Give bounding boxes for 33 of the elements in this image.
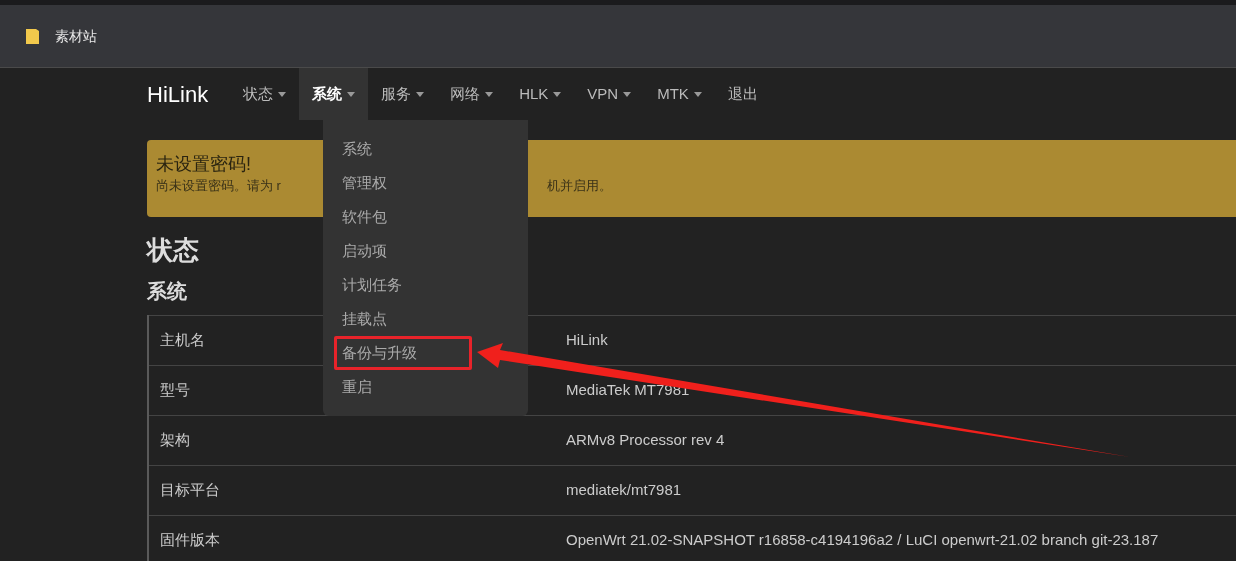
folder-icon	[26, 28, 39, 44]
alert-message: 机并启用。	[547, 177, 612, 195]
table-cell: 固件版本	[160, 531, 220, 549]
nav-menu[interactable]: 网络	[437, 68, 507, 120]
table-cell: 架构	[160, 431, 190, 449]
page-title: 状态	[147, 234, 199, 267]
table-cell-text: HiLink	[566, 330, 608, 351]
nav-menu[interactable]: 系统	[299, 68, 369, 120]
dropdown-item[interactable]: 软件包	[342, 200, 387, 234]
table-cell: 型号	[160, 381, 190, 399]
section-title: 系统	[147, 279, 187, 304]
dropdown-item[interactable]: 重启	[342, 370, 372, 404]
brand-logo[interactable]: HiLink	[147, 77, 209, 111]
dropdown-item[interactable]: 管理权	[342, 166, 387, 200]
nav-menu[interactable]: 退出	[714, 68, 771, 120]
nav-menu[interactable]: MTK	[644, 68, 715, 120]
bookmark-link[interactable]: 素材站	[26, 25, 97, 47]
dropdown-item[interactable]: 系统	[342, 132, 372, 166]
table-cell-text: OpenWrt 21.02-SNAPSHOT r16858-c4194196a2 / LuCI openwrt-21.02 branch git-23.187	[566, 530, 1159, 551]
dropdown-item[interactable]: 启动项	[342, 234, 387, 268]
table-cell: 目标平台	[160, 481, 220, 499]
nav-menu[interactable]: 服务	[368, 68, 438, 120]
nav-menu[interactable]: VPN	[574, 68, 645, 120]
dropdown-item[interactable]: 备份与升级	[334, 336, 472, 370]
table-cell: 主机名	[160, 331, 205, 349]
table-cell-text: ARMv8 Processor rev 4	[566, 430, 725, 451]
table-cell-text: mediatek/mt7981	[566, 480, 682, 501]
alert-message: 尚未设置密码。请为 r	[156, 178, 281, 193]
dropdown-item[interactable]: 挂载点	[342, 302, 387, 336]
dropdown-item[interactable]: 计划任务	[342, 268, 402, 302]
nav-menu[interactable]: 状态	[230, 68, 300, 120]
alert-title: 未设置密码!	[156, 153, 252, 176]
nav-menu[interactable]: HLK	[506, 68, 575, 120]
